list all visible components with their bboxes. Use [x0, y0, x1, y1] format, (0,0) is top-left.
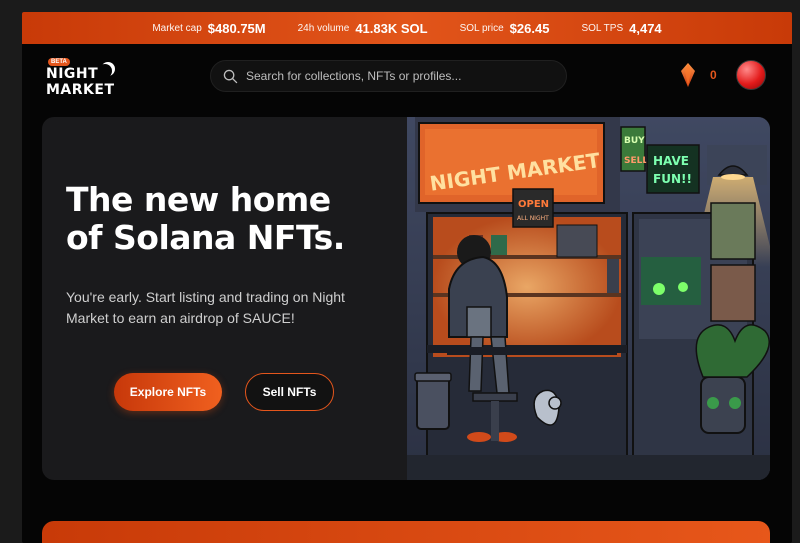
stat-value: 41.83K SOL [355, 20, 428, 36]
sell-nfts-button[interactable]: Sell NFTs [245, 373, 334, 411]
have-sign: HAVE [653, 154, 689, 168]
hero-subtitle: You're early. Start listing and trading … [66, 289, 345, 326]
next-section-banner [42, 521, 770, 543]
moon-icon [98, 64, 112, 78]
open-sign: OPEN [518, 199, 549, 210]
logo-line-2: MARKET [46, 82, 115, 98]
all-night-sign: ALL NIGHT [517, 215, 549, 222]
stat-value: 4,474 [629, 20, 662, 36]
stat-label: Market cap [152, 22, 202, 34]
stat-label: 24h volume [297, 22, 350, 34]
search-placeholder: Search for collections, NFTs or profiles… [246, 69, 462, 83]
hero-title-line-2: of Solana NFTs. [66, 218, 345, 257]
search-bar[interactable]: Search for collections, NFTs or profiles… [210, 60, 567, 92]
night-market-illustration: NIGHT MARKET BUY SELL HAVE FUN!! OPEN AL… [407, 117, 770, 480]
site-header: BETA NIGHT MARKET Search for collections… [22, 44, 792, 114]
fun-sign: FUN!! [653, 172, 692, 186]
market-stats-bar: Market cap $480.75M 24h volume 41.83K SO… [22, 12, 792, 44]
user-avatar[interactable] [736, 60, 766, 90]
gem-icon[interactable] [680, 62, 696, 88]
beta-badge: BETA [48, 58, 70, 66]
stat-sol-tps: SOL TPS 4,474 [581, 21, 661, 36]
stat-value: $480.75M [207, 20, 266, 36]
stat-label: SOL TPS [581, 22, 624, 34]
hero-title-line-1: The new home [66, 180, 331, 219]
stat-market-cap: Market cap $480.75M [152, 21, 265, 36]
gem-count: 0 [710, 68, 717, 82]
night-market-logo[interactable]: BETA NIGHT MARKET [46, 58, 126, 100]
sell-sign: SELL [624, 156, 648, 166]
stat-label: SOL price [459, 22, 504, 34]
buy-sign: BUY [624, 136, 645, 146]
stat-value: $26.45 [509, 20, 550, 36]
explore-nfts-button[interactable]: Explore NFTs [114, 373, 222, 411]
hero-card: The new home of Solana NFTs. You're earl… [42, 117, 770, 480]
hero-title: The new home of Solana NFTs. [66, 181, 396, 257]
stat-sol-price: SOL price $26.45 [460, 21, 550, 36]
stat-24h-volume: 24h volume 41.83K SOL [298, 21, 428, 36]
logo-line-1: NIGHT [46, 66, 99, 82]
page-frame: Market cap $480.75M 24h volume 41.83K SO… [22, 12, 792, 543]
search-icon [223, 69, 238, 83]
